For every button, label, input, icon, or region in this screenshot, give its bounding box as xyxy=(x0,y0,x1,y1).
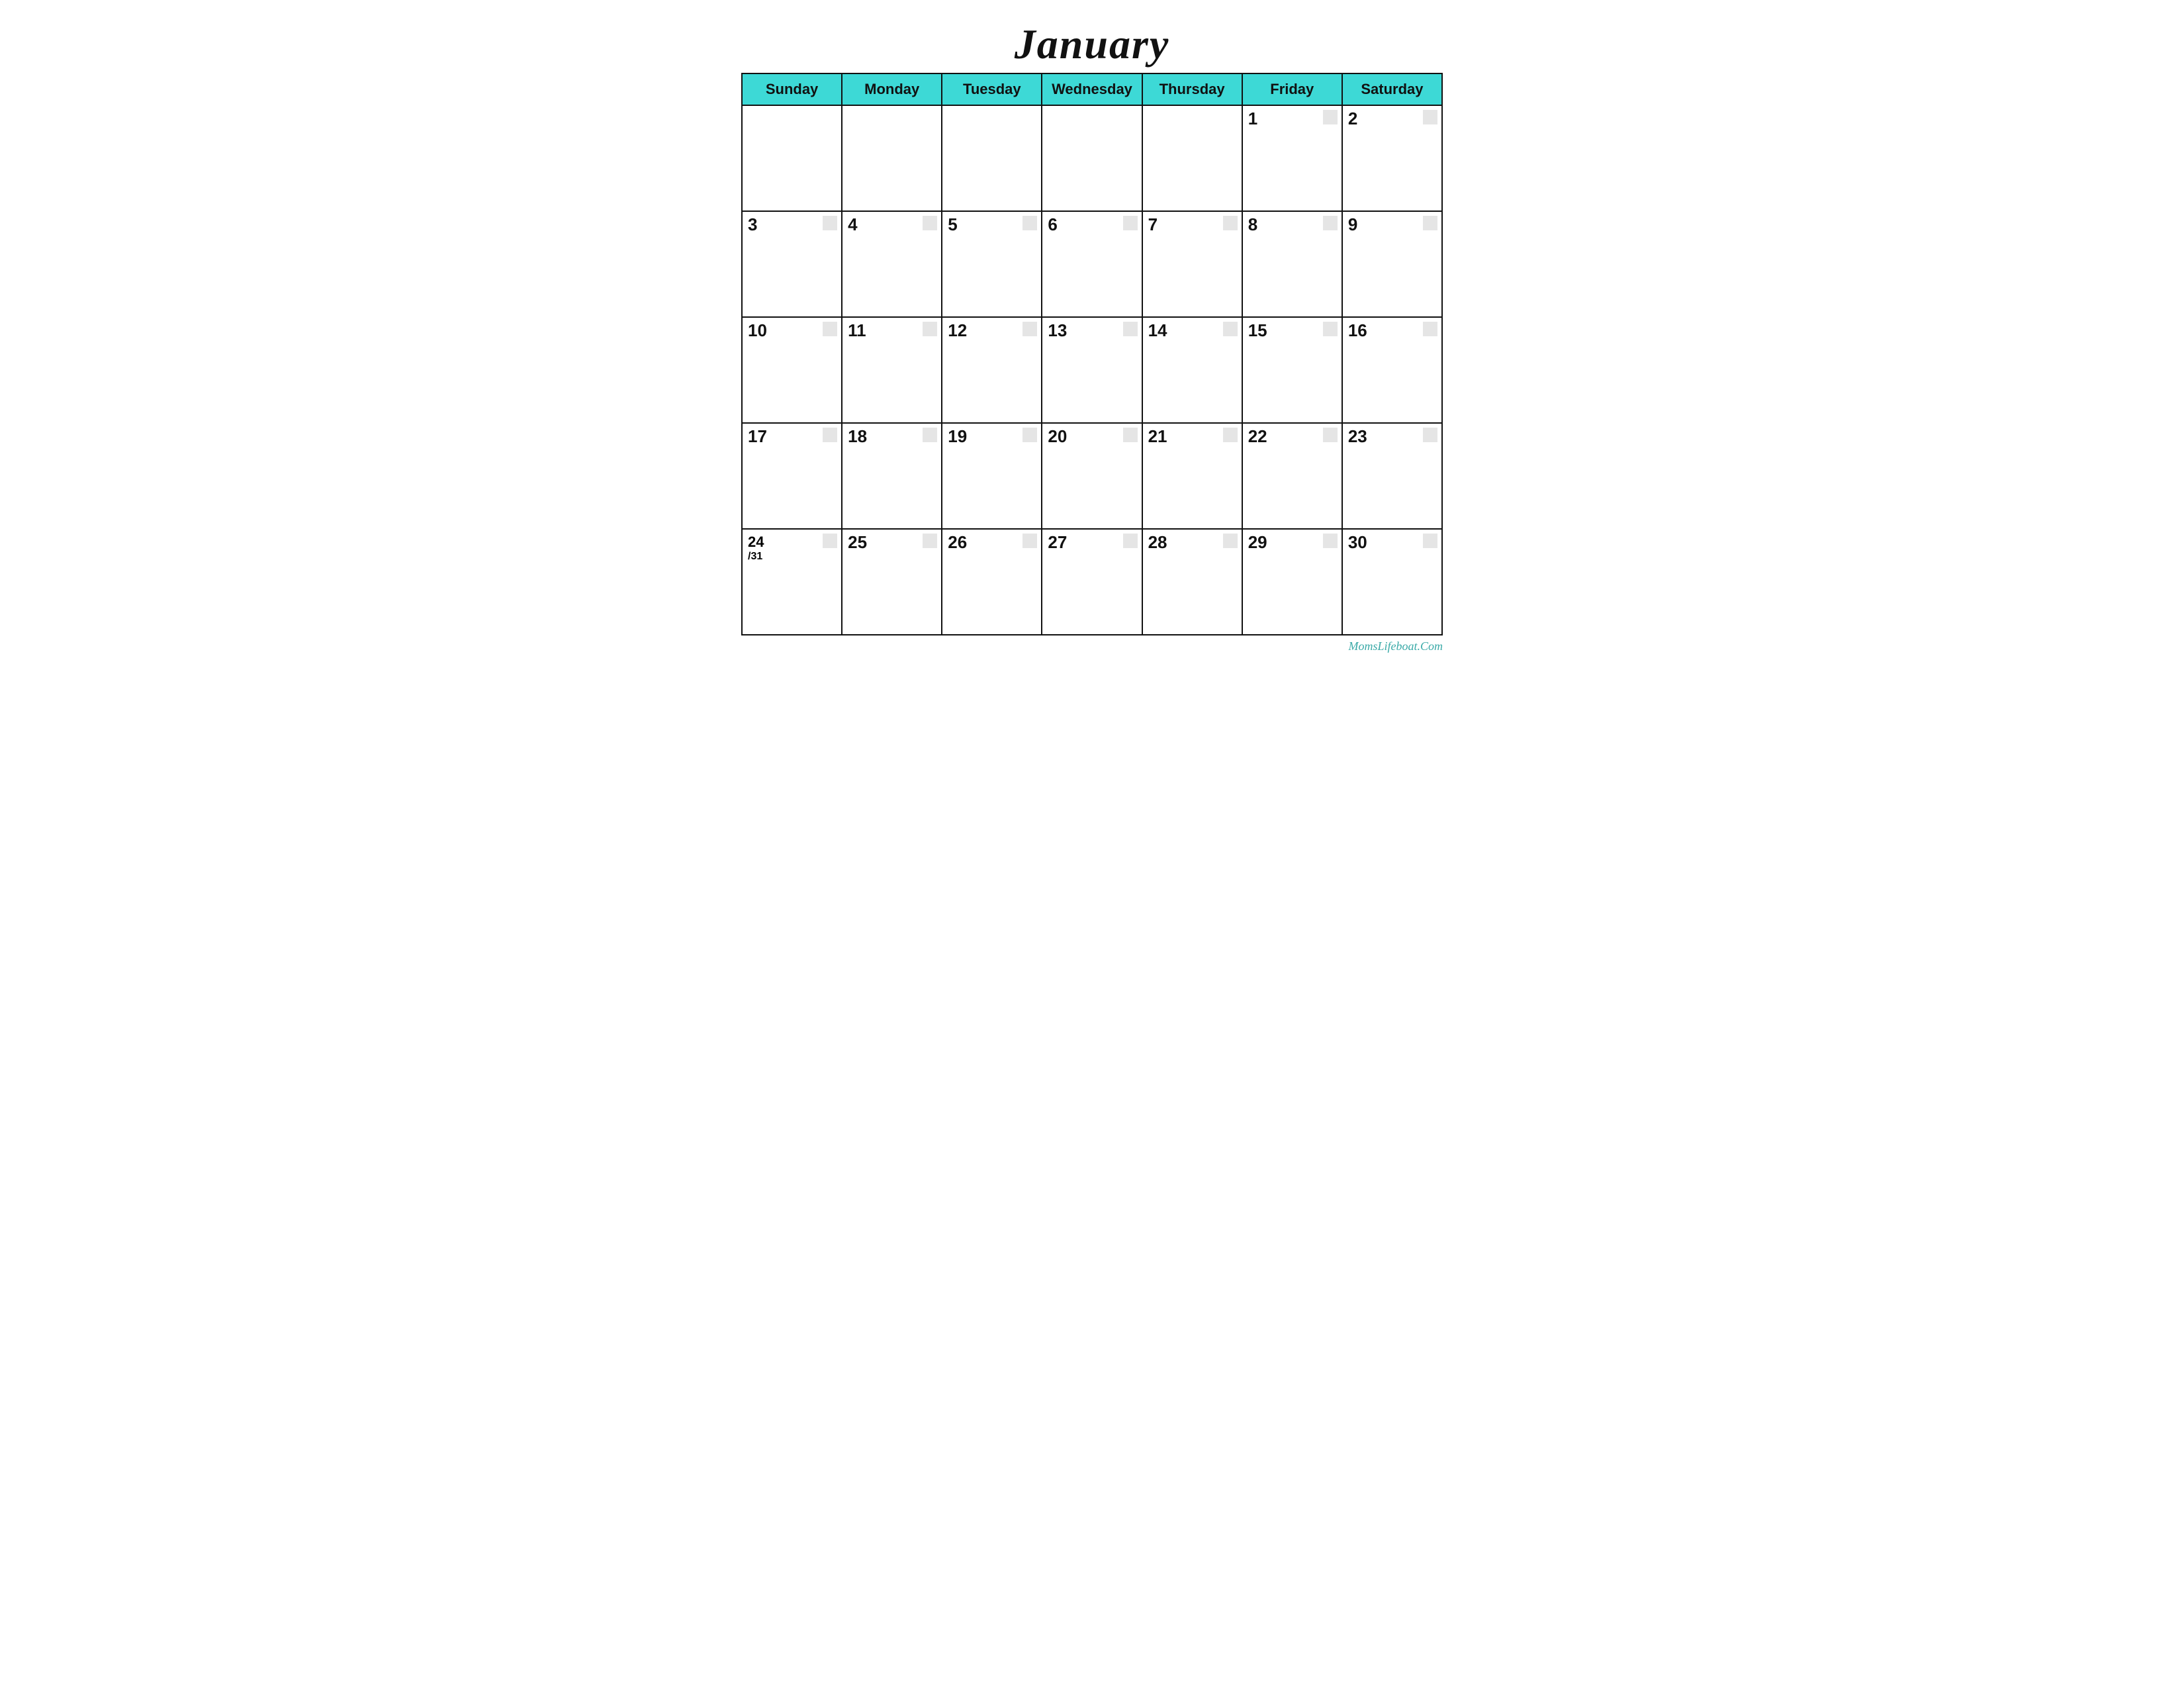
watermark: MomsLifeboat.Com xyxy=(741,639,1443,653)
day-corner-mark xyxy=(823,216,837,230)
calendar-title: January xyxy=(741,20,1443,69)
day-corner-mark xyxy=(1123,428,1138,442)
day-of-week-header: Friday xyxy=(1242,73,1342,105)
calendar-day-cell xyxy=(942,105,1042,211)
calendar-day-cell: 14 xyxy=(1142,317,1242,423)
day-of-week-header: Thursday xyxy=(1142,73,1242,105)
day-corner-mark xyxy=(1023,322,1037,336)
day-of-week-header: Tuesday xyxy=(942,73,1042,105)
day-corner-mark xyxy=(1223,534,1238,548)
day-corner-mark xyxy=(923,216,937,230)
calendar-day-cell: 16 xyxy=(1342,317,1442,423)
day-corner-mark xyxy=(823,428,837,442)
calendar-day-cell: 24/31 xyxy=(742,529,842,635)
day-corner-mark xyxy=(923,428,937,442)
calendar-day-cell: 25 xyxy=(842,529,942,635)
day-of-week-header: Sunday xyxy=(742,73,842,105)
calendar-week-row: 17181920212223 xyxy=(742,423,1442,529)
calendar-day-cell: 28 xyxy=(1142,529,1242,635)
calendar-day-cell: 27 xyxy=(1042,529,1142,635)
calendar-day-cell: 15 xyxy=(1242,317,1342,423)
day-corner-mark xyxy=(1223,216,1238,230)
day-corner-mark xyxy=(1423,322,1437,336)
day-corner-mark xyxy=(1223,322,1238,336)
calendar-week-row: 12 xyxy=(742,105,1442,211)
calendar-grid: SundayMondayTuesdayWednesdayThursdayFrid… xyxy=(741,73,1443,635)
calendar-day-cell: 21 xyxy=(1142,423,1242,529)
calendar-day-cell xyxy=(1142,105,1242,211)
calendar-day-cell: 6 xyxy=(1042,211,1142,317)
day-corner-mark xyxy=(1323,110,1338,124)
day-corner-mark xyxy=(1323,428,1338,442)
day-corner-mark xyxy=(923,534,937,548)
day-corner-mark xyxy=(823,322,837,336)
day-corner-mark xyxy=(923,322,937,336)
calendar-day-cell: 26 xyxy=(942,529,1042,635)
calendar-day-cell: 29 xyxy=(1242,529,1342,635)
day-corner-mark xyxy=(1023,534,1037,548)
day-corner-mark xyxy=(1123,534,1138,548)
calendar-week-row: 3456789 xyxy=(742,211,1442,317)
day-corner-mark xyxy=(1323,322,1338,336)
day-corner-mark xyxy=(1123,322,1138,336)
day-corner-mark xyxy=(1423,428,1437,442)
day-corner-mark xyxy=(1223,428,1238,442)
calendar-header-row: SundayMondayTuesdayWednesdayThursdayFrid… xyxy=(742,73,1442,105)
day-corner-mark xyxy=(1423,216,1437,230)
calendar-day-cell: 4 xyxy=(842,211,942,317)
day-corner-mark xyxy=(1323,534,1338,548)
calendar-day-cell: 30 xyxy=(1342,529,1442,635)
day-corner-mark xyxy=(1423,110,1437,124)
calendar-day-cell: 3 xyxy=(742,211,842,317)
calendar-day-cell: 10 xyxy=(742,317,842,423)
day-corner-mark xyxy=(1023,428,1037,442)
calendar-day-cell: 2 xyxy=(1342,105,1442,211)
calendar-day-cell: 18 xyxy=(842,423,942,529)
calendar-day-cell: 11 xyxy=(842,317,942,423)
calendar-day-cell xyxy=(842,105,942,211)
calendar-container: January SundayMondayTuesdayWednesdayThur… xyxy=(728,13,1456,673)
day-corner-mark xyxy=(823,534,837,548)
calendar-day-cell: 20 xyxy=(1042,423,1142,529)
day-of-week-header: Saturday xyxy=(1342,73,1442,105)
calendar-day-cell: 13 xyxy=(1042,317,1142,423)
calendar-day-cell: 5 xyxy=(942,211,1042,317)
calendar-day-cell: 7 xyxy=(1142,211,1242,317)
calendar-day-cell: 8 xyxy=(1242,211,1342,317)
calendar-day-cell xyxy=(742,105,842,211)
calendar-day-cell: 23 xyxy=(1342,423,1442,529)
calendar-day-cell: 22 xyxy=(1242,423,1342,529)
day-of-week-header: Monday xyxy=(842,73,942,105)
calendar-day-cell: 1 xyxy=(1242,105,1342,211)
calendar-day-cell: 9 xyxy=(1342,211,1442,317)
calendar-week-row: 10111213141516 xyxy=(742,317,1442,423)
day-corner-mark xyxy=(1123,216,1138,230)
calendar-day-cell xyxy=(1042,105,1142,211)
day-corner-mark xyxy=(1323,216,1338,230)
day-corner-mark xyxy=(1423,534,1437,548)
calendar-day-cell: 12 xyxy=(942,317,1042,423)
calendar-day-cell: 17 xyxy=(742,423,842,529)
calendar-week-row: 24/31252627282930 xyxy=(742,529,1442,635)
day-corner-mark xyxy=(1023,216,1037,230)
day-of-week-header: Wednesday xyxy=(1042,73,1142,105)
calendar-day-cell: 19 xyxy=(942,423,1042,529)
